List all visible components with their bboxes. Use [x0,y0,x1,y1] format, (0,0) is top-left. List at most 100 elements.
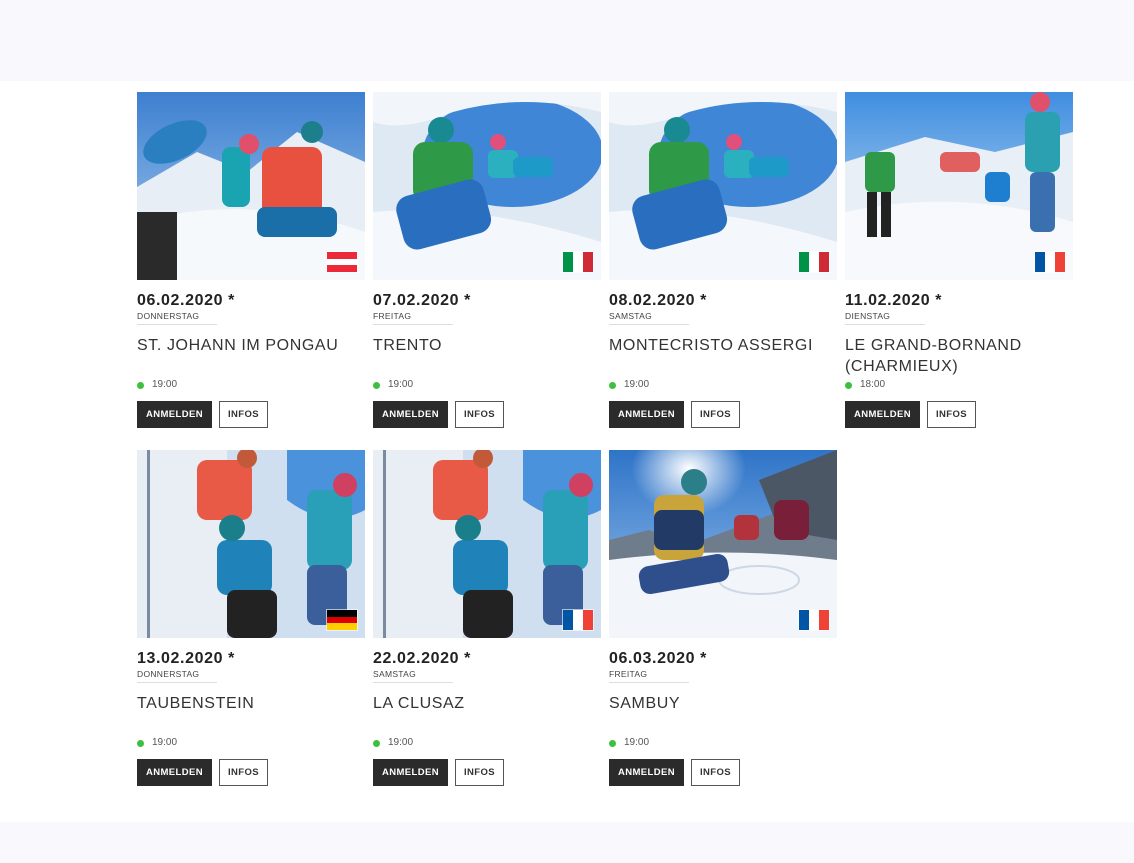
event-actions: ANMELDEN INFOS [137,401,365,428]
event-card: 06.02.2020 * DONNERSTAG ST. JOHANN IM PO… [137,92,365,440]
flag-stripe [819,252,829,272]
event-date: 08.02.2020 * [609,292,707,309]
event-time-row: 19:00 [373,379,601,391]
flag-stripe [563,610,573,630]
event-time-row: 19:00 [609,737,837,749]
event-city: SAMBUY [609,695,681,712]
status-dot-icon [609,381,616,389]
event-time-row: 19:00 [373,737,601,749]
event-grid: 06.02.2020 * DONNERSTAG ST. JOHANN IM PO… [137,92,1081,798]
snow-cave-photo[interactable] [373,92,601,280]
event-card: 13.02.2020 * DONNERSTAG TAUBENSTEIN 19:0… [137,450,365,798]
france-flag-icon [1035,252,1065,272]
register-button[interactable]: ANMELDEN [137,759,212,786]
event-actions: ANMELDEN INFOS [845,401,1073,428]
event-time-row: 18:00 [845,379,1073,391]
event-actions: ANMELDEN INFOS [373,401,601,428]
event-date: 07.02.2020 * [373,292,471,309]
status-dot-icon [137,381,144,389]
italy-flag-icon [563,252,593,272]
register-button[interactable]: ANMELDEN [609,759,684,786]
germany-flag-icon [327,610,357,630]
event-time: 19:00 [152,379,178,390]
divider [373,324,453,325]
flag-stripe [573,610,583,630]
event-time: 19:00 [624,379,650,390]
event-time: 19:00 [624,737,650,748]
austria-flag-icon [327,252,357,272]
event-time: 18:00 [860,379,886,390]
event-actions: ANMELDEN INFOS [609,759,837,786]
flag-stripe [1035,252,1045,272]
event-card: 11.02.2020 * DIENSTAG LE GRAND-BORNAND (… [845,92,1073,440]
flag-stripe [563,252,573,272]
event-city: TAUBENSTEIN [137,695,255,712]
status-dot-icon [609,739,616,747]
event-city: ST. JOHANN IM PONGAU [137,337,339,354]
event-weekday: SAMSTAG [373,669,417,679]
flag-stripe [327,252,357,259]
flag-stripe [799,610,809,630]
event-city: LE GRAND-BORNAND (CHARMIEUX) [845,337,1022,375]
flag-stripe [573,252,583,272]
info-button[interactable]: INFOS [455,401,504,428]
event-city: LA CLUSAZ [373,695,465,712]
flag-stripe [583,610,593,630]
status-dot-icon [373,739,380,747]
event-city: TRENTO [373,337,443,354]
france-flag-icon [799,610,829,630]
event-weekday: DONNERSTAG [137,669,200,679]
event-actions: ANMELDEN INFOS [373,759,601,786]
event-time-row: 19:00 [137,737,365,749]
flag-stripe [809,252,819,272]
info-button[interactable]: INFOS [927,401,976,428]
italy-flag-icon [799,252,829,272]
info-button[interactable]: INFOS [455,759,504,786]
avalanche-shovel-photo[interactable] [845,92,1073,280]
divider [373,682,453,683]
event-date: 11.02.2020 * [845,292,943,309]
register-button[interactable]: ANMELDEN [609,401,684,428]
ski-touring-group-photo[interactable] [137,92,365,280]
snow-profile-photo[interactable] [137,450,365,638]
status-dot-icon [373,381,380,389]
register-button[interactable]: ANMELDEN [373,401,448,428]
france-flag-icon [563,610,593,630]
event-time-row: 19:00 [609,379,837,391]
flag-stripe [809,610,819,630]
snow-profile-photo[interactable] [373,450,601,638]
event-time: 19:00 [388,379,414,390]
flag-stripe [799,252,809,272]
flag-stripe [327,616,357,624]
event-card: 08.02.2020 * SAMSTAG MONTECRISTO ASSERGI… [609,92,837,440]
event-weekday: DIENSTAG [845,311,891,321]
flag-stripe [327,258,357,266]
event-weekday: DONNERSTAG [137,311,200,321]
divider [137,324,217,325]
event-actions: ANMELDEN INFOS [137,759,365,786]
event-card: 06.03.2020 * FREITAG SAMBUY 19:00 ANMELD… [609,450,837,798]
info-button[interactable]: INFOS [219,759,268,786]
register-button[interactable]: ANMELDEN [137,401,212,428]
flag-stripe [583,252,593,272]
event-card: 07.02.2020 * FREITAG TRENTO 19:00 ANMELD… [373,92,601,440]
flag-stripe [1055,252,1065,272]
divider [609,324,689,325]
info-button[interactable]: INFOS [691,759,740,786]
register-button[interactable]: ANMELDEN [373,759,448,786]
divider [845,324,925,325]
event-time-row: 19:00 [137,379,365,391]
info-button[interactable]: INFOS [219,401,268,428]
event-time: 19:00 [388,737,414,748]
event-time: 19:00 [152,737,178,748]
snow-cave-photo[interactable] [609,92,837,280]
flag-stripe [1045,252,1055,272]
flag-stripe [327,265,357,272]
register-button[interactable]: ANMELDEN [845,401,920,428]
event-date: 06.02.2020 * [137,292,235,309]
mountain-sun-photo[interactable] [609,450,837,638]
flag-stripe [327,623,357,630]
divider [609,682,689,683]
info-button[interactable]: INFOS [691,401,740,428]
flag-stripe [327,610,357,617]
